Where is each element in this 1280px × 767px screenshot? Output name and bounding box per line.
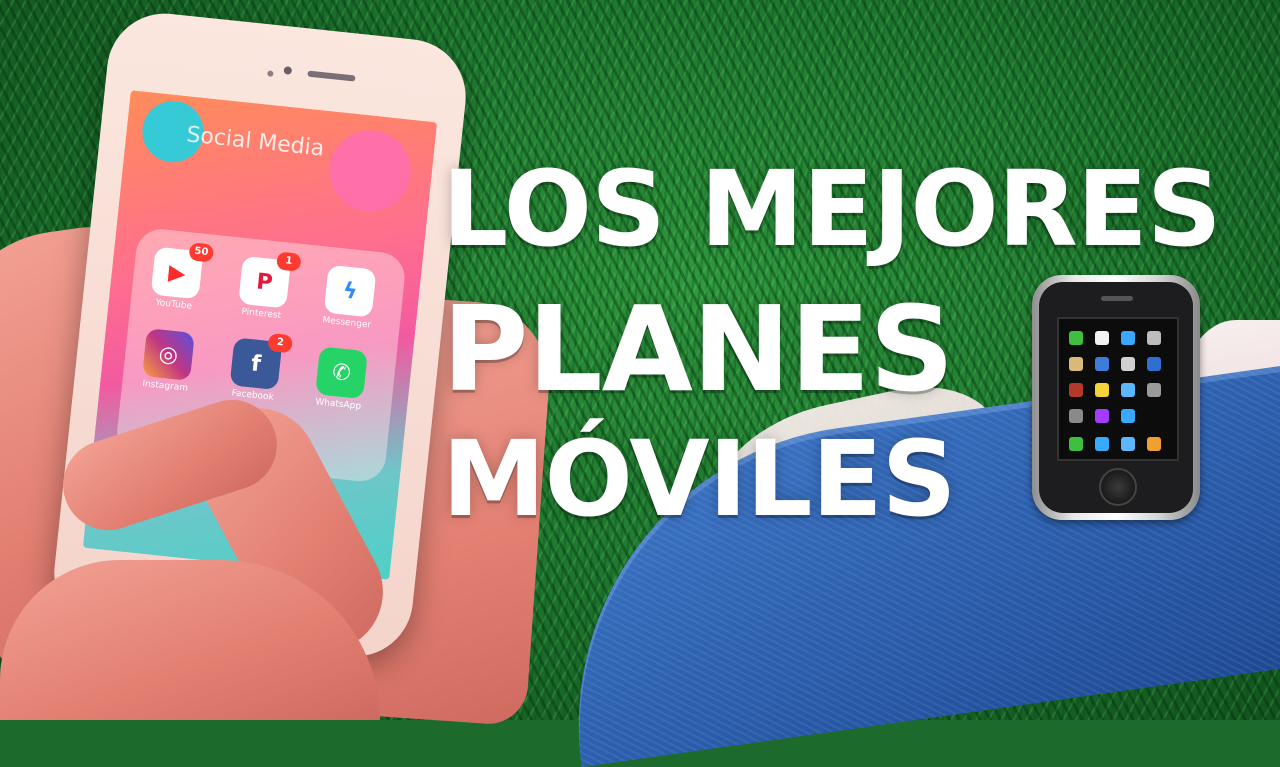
app-whatsapp[interactable]: ✆ WhatsApp: [311, 346, 371, 412]
headline-line-1: LOS MEJORES: [442, 148, 1222, 270]
phone-body: [1039, 282, 1193, 513]
headline-line-3: MÓVILES: [442, 418, 957, 540]
front-camera: [283, 66, 293, 75]
dock-square: [1095, 437, 1109, 451]
app-square: [1069, 357, 1083, 371]
app-label: YouTube: [154, 297, 193, 312]
dock-square: [1147, 437, 1161, 451]
headline-line-2: PLANES: [442, 280, 954, 418]
app-label: Instagram: [141, 378, 189, 394]
app-square: [1121, 409, 1135, 423]
app-square: [1069, 383, 1083, 397]
dock-square: [1069, 437, 1083, 451]
app-square: [1121, 357, 1135, 371]
instagram-icon: ◎: [142, 328, 195, 381]
app-square: [1147, 331, 1161, 345]
app-square: [1095, 357, 1109, 371]
pinterest-icon: P 1: [238, 251, 302, 309]
app-pinterest[interactable]: P 1 Pinterest: [234, 251, 302, 322]
notification-badge: 2: [267, 332, 294, 354]
notification-badge: 1: [275, 251, 302, 272]
app-square: [1121, 331, 1135, 345]
mobile-phone-icon: [1032, 275, 1200, 520]
app-square: [1069, 409, 1083, 423]
messenger-icon: ϟ: [323, 264, 377, 318]
app-square: [1147, 357, 1161, 371]
whatsapp-icon: ✆: [315, 346, 368, 400]
app-label: WhatsApp: [314, 397, 362, 412]
folder-title: Social Media: [185, 122, 326, 162]
app-youtube[interactable]: ▶ 50 YouTube: [146, 242, 215, 312]
app-square: [1121, 383, 1135, 397]
youtube-icon: ▶ 50: [150, 242, 215, 300]
notification-badge: 50: [188, 242, 215, 263]
app-square: [1069, 331, 1083, 345]
facebook-icon: f 2: [229, 332, 294, 391]
earpiece-speaker: [307, 70, 356, 82]
dock-square: [1121, 437, 1135, 451]
home-button: [1099, 468, 1137, 506]
app-square: [1095, 409, 1109, 423]
app-instagram[interactable]: ◎ Instagram: [138, 328, 198, 394]
app-square: [1095, 331, 1109, 345]
app-square: [1095, 383, 1109, 397]
app-square: [1147, 383, 1161, 397]
speaker-slot: [1101, 296, 1133, 301]
app-label: Pinterest: [240, 306, 282, 322]
emoji-screen: [1057, 317, 1179, 461]
sensor-dot: [267, 70, 274, 77]
app-messenger[interactable]: ϟ Messenger: [319, 264, 379, 331]
app-facebook[interactable]: f 2 Facebook: [225, 332, 294, 403]
app-label: Messenger: [321, 315, 372, 331]
